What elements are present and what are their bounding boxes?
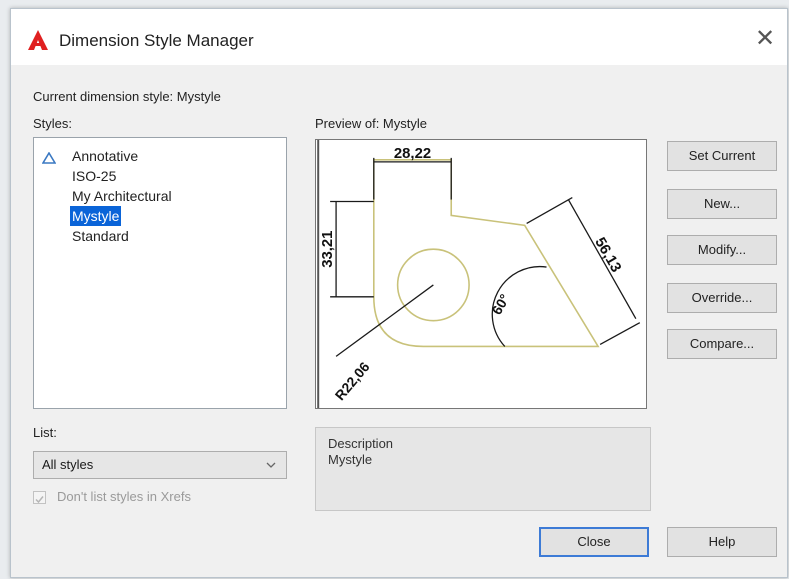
modify-button[interactable]: Modify...	[667, 235, 777, 265]
new-button[interactable]: New...	[667, 189, 777, 219]
description-value: Mystyle	[328, 452, 373, 467]
help-button[interactable]: Help	[667, 527, 777, 557]
preview-geometry	[373, 159, 600, 348]
preview-label: Preview of: Mystyle	[315, 116, 427, 131]
window-title: Dimension Style Manager	[59, 31, 254, 50]
override-button[interactable]: Override...	[667, 283, 777, 313]
dim-top	[373, 157, 452, 200]
list-label: List:	[33, 425, 57, 440]
style-item-standard[interactable]: Standard	[70, 226, 131, 246]
list-filter-value: All styles	[42, 457, 94, 472]
style-preview: 28,22 33,21 56,13 60° R22,06	[315, 139, 647, 409]
dim-left	[330, 200, 374, 298]
autocad-logo-icon	[28, 30, 48, 50]
xrefs-checkbox[interactable]	[33, 491, 46, 504]
style-item-iso-25[interactable]: ISO-25	[70, 166, 118, 186]
dim-right-text: 56,13	[591, 235, 623, 275]
description-label: Description	[328, 436, 394, 451]
checkbox-icon	[35, 496, 44, 504]
current-style-label: Current dimension style: Mystyle	[33, 89, 221, 104]
styles-label: Styles:	[33, 116, 73, 131]
dim-top-text: 28,22	[394, 146, 431, 162]
dim-left-text: 33,21	[320, 231, 336, 268]
description-box: Description Mystyle	[315, 427, 651, 511]
chevron-down-icon	[266, 462, 276, 468]
list-filter-select[interactable]: All styles	[33, 451, 287, 479]
annotative-icon	[42, 152, 56, 164]
dim-radius-text: R22,06	[332, 358, 373, 403]
xrefs-checkbox-label: Don't list styles in Xrefs	[57, 489, 191, 504]
set-current-button[interactable]: Set Current	[667, 141, 777, 171]
compare-button[interactable]: Compare...	[667, 329, 777, 359]
close-icon[interactable]: ✕	[749, 23, 781, 55]
close-button[interactable]: Close	[539, 527, 649, 557]
style-item-annotative[interactable]: Annotative	[70, 146, 140, 166]
dimension-style-manager-dialog: Dimension Style Manager ✕ Current dimens…	[10, 8, 788, 578]
style-item-mystyle[interactable]: Mystyle	[70, 206, 122, 226]
style-item-my-architectural[interactable]: My Architectural	[70, 186, 174, 206]
styles-list[interactable]: Annotative ISO-25 My Architectural Mysty…	[33, 137, 287, 409]
title-bar: Dimension Style Manager ✕	[11, 9, 787, 65]
